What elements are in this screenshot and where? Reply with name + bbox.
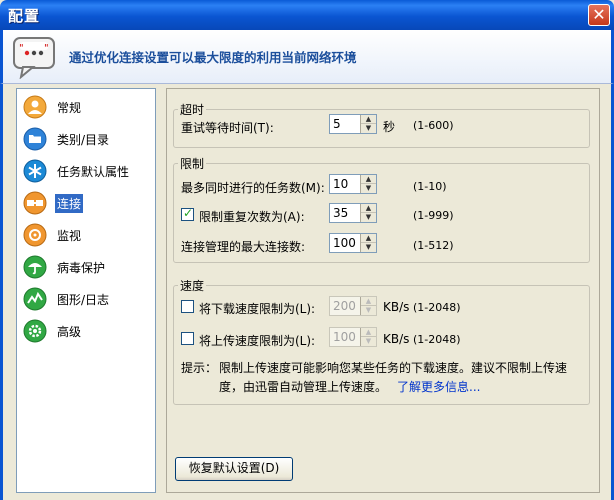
connection-icon xyxy=(23,191,47,215)
sidebar-item-label: 病毒保护 xyxy=(57,261,106,275)
retry-wait-label: 重试等待时间(T): xyxy=(181,121,274,135)
spin-up-icon[interactable]: ▲ xyxy=(361,328,376,337)
retry-wait-range: (1-600) xyxy=(413,119,454,132)
spin-arrows[interactable]: ▲ ▼ xyxy=(360,328,376,346)
sidebar-item-graph-log[interactable]: 图形/日志 xyxy=(21,285,153,313)
upload-limit-value: 100 xyxy=(333,330,356,344)
title-bar[interactable]: 配置 ✕ xyxy=(0,0,614,30)
snowflake-icon xyxy=(23,159,47,183)
spin-arrows[interactable]: ▲ ▼ xyxy=(360,175,376,193)
window-title: 配置 xyxy=(8,7,41,25)
max-connections-range: (1-512) xyxy=(413,239,454,252)
more-info-link[interactable]: 了解更多信息... xyxy=(397,378,480,397)
banner-text: 通过优化连接设置可以最大限度的利用当前网络环境 xyxy=(69,50,357,65)
retry-limit-stepper[interactable]: 35 ▲ ▼ xyxy=(329,203,377,223)
spin-arrows[interactable]: ▲ ▼ xyxy=(360,234,376,252)
upload-limit-stepper[interactable]: 100 ▲ ▼ xyxy=(329,327,377,347)
sidebar-item-label: 连接 xyxy=(55,194,84,213)
max-tasks-value: 10 xyxy=(333,177,349,191)
spin-down-icon[interactable]: ▼ xyxy=(361,306,376,315)
monitor-icon xyxy=(23,223,47,247)
sidebar-item-connection[interactable]: 连接 xyxy=(21,189,153,217)
download-limit-label: 将下载速度限制为(L): xyxy=(199,302,316,316)
download-limit-checkbox[interactable] xyxy=(181,300,194,313)
svg-text:": " xyxy=(19,43,24,54)
hint-line-1: 限制上传速度可能影响您某些任务的下载速度。建议不限制上传速 xyxy=(219,361,568,375)
max-connections-label: 连接管理的最大连接数: xyxy=(181,240,306,254)
max-tasks-range: (1-10) xyxy=(413,180,447,193)
sidebar-item-advanced[interactable]: 高级 xyxy=(21,317,153,345)
spin-down-icon[interactable]: ▼ xyxy=(361,243,376,252)
retry-limit-range: (1-999) xyxy=(413,209,454,222)
sidebar-item-category[interactable]: 类别/目录 xyxy=(21,125,153,153)
sidebar-item-task-defaults[interactable]: 任务默认属性 xyxy=(21,157,153,185)
umbrella-icon xyxy=(23,255,47,279)
max-connections-value: 100 xyxy=(333,236,356,250)
spin-arrows[interactable]: ▲ ▼ xyxy=(360,297,376,315)
sidebar-item-monitor[interactable]: 监视 xyxy=(21,221,153,249)
hint-line-2: 度，由迅雷自动管理上传速度。 xyxy=(219,380,388,394)
restore-defaults-button[interactable]: 恢复默认设置(D) xyxy=(175,457,293,481)
speed-legend: 速度 xyxy=(180,279,205,293)
sidebar-item-label: 任务默认属性 xyxy=(57,165,130,179)
sidebar-item-virus-protection[interactable]: 病毒保护 xyxy=(21,253,153,281)
close-icon: ✕ xyxy=(592,5,606,24)
sidebar-item-label: 类别/目录 xyxy=(57,133,110,147)
download-limit-range: (1-2048) xyxy=(413,301,461,314)
download-limit-stepper[interactable]: 200 ▲ ▼ xyxy=(329,296,377,316)
sidebar-item-label: 常规 xyxy=(57,101,82,115)
sidebar-item-label: 高级 xyxy=(57,325,82,339)
retry-limit-checkbox[interactable]: ✓ xyxy=(181,206,194,221)
hint-prefix: 提示： xyxy=(181,361,218,375)
speech-bubble-icon: " " xyxy=(13,37,55,79)
svg-text:": " xyxy=(44,43,49,54)
download-limit-value: 200 xyxy=(333,299,356,313)
spin-arrows[interactable]: ▲ ▼ xyxy=(360,115,376,133)
spin-arrows[interactable]: ▲ ▼ xyxy=(360,204,376,222)
sidebar-item-general[interactable]: 常规 xyxy=(21,93,153,121)
close-button[interactable]: ✕ xyxy=(588,4,610,26)
check-icon: ✓ xyxy=(183,206,194,220)
graph-icon xyxy=(23,287,47,311)
download-limit-unit: KB/s xyxy=(383,300,410,314)
retry-limit-label: 限制重复次数为(A): xyxy=(199,210,305,224)
config-window: 配置 ✕ " " 通过优化连接设置可以最大限度的利用当前网络环境 常规 类别/目… xyxy=(0,0,614,500)
retry-wait-unit: 秒 xyxy=(383,120,396,134)
upload-limit-unit: KB/s xyxy=(383,332,410,346)
max-connections-stepper[interactable]: 100 ▲ ▼ xyxy=(329,233,377,253)
spin-down-icon[interactable]: ▼ xyxy=(361,337,376,346)
timeout-legend: 超时 xyxy=(180,103,205,117)
spin-down-icon[interactable]: ▼ xyxy=(361,124,376,133)
retry-wait-value: 5 xyxy=(333,117,341,131)
spin-down-icon[interactable]: ▼ xyxy=(361,213,376,222)
sidebar-item-label: 图形/日志 xyxy=(57,293,110,307)
general-icon xyxy=(23,95,47,119)
spin-up-icon[interactable]: ▲ xyxy=(361,115,376,124)
spin-up-icon[interactable]: ▲ xyxy=(361,204,376,213)
sidebar: 常规 类别/目录 任务默认属性 连接 监视 病毒保护 图形/日志 高级 xyxy=(16,88,156,493)
advanced-icon xyxy=(23,319,47,343)
folder-icon xyxy=(23,127,47,151)
spin-down-icon[interactable]: ▼ xyxy=(361,184,376,193)
retry-limit-value: 35 xyxy=(333,206,349,220)
banner: " " 通过优化连接设置可以最大限度的利用当前网络环境 xyxy=(0,30,614,84)
spin-up-icon[interactable]: ▲ xyxy=(361,297,376,306)
sidebar-item-label: 监视 xyxy=(57,229,82,243)
upload-limit-label: 将上传速度限制为(L): xyxy=(199,334,316,348)
spin-up-icon[interactable]: ▲ xyxy=(361,175,376,184)
max-tasks-stepper[interactable]: 10 ▲ ▼ xyxy=(329,174,377,194)
retry-wait-stepper[interactable]: 5 ▲ ▼ xyxy=(329,114,377,134)
upload-limit-range: (1-2048) xyxy=(413,333,461,346)
upload-limit-checkbox[interactable] xyxy=(181,332,194,345)
max-tasks-label: 最多同时进行的任务数(M): xyxy=(181,181,325,195)
settings-panel: 超时 重试等待时间(T): 5 ▲ ▼ 秒 (1-600) 限制 最多同时进行的… xyxy=(166,88,600,493)
spin-up-icon[interactable]: ▲ xyxy=(361,234,376,243)
limits-legend: 限制 xyxy=(180,157,205,171)
